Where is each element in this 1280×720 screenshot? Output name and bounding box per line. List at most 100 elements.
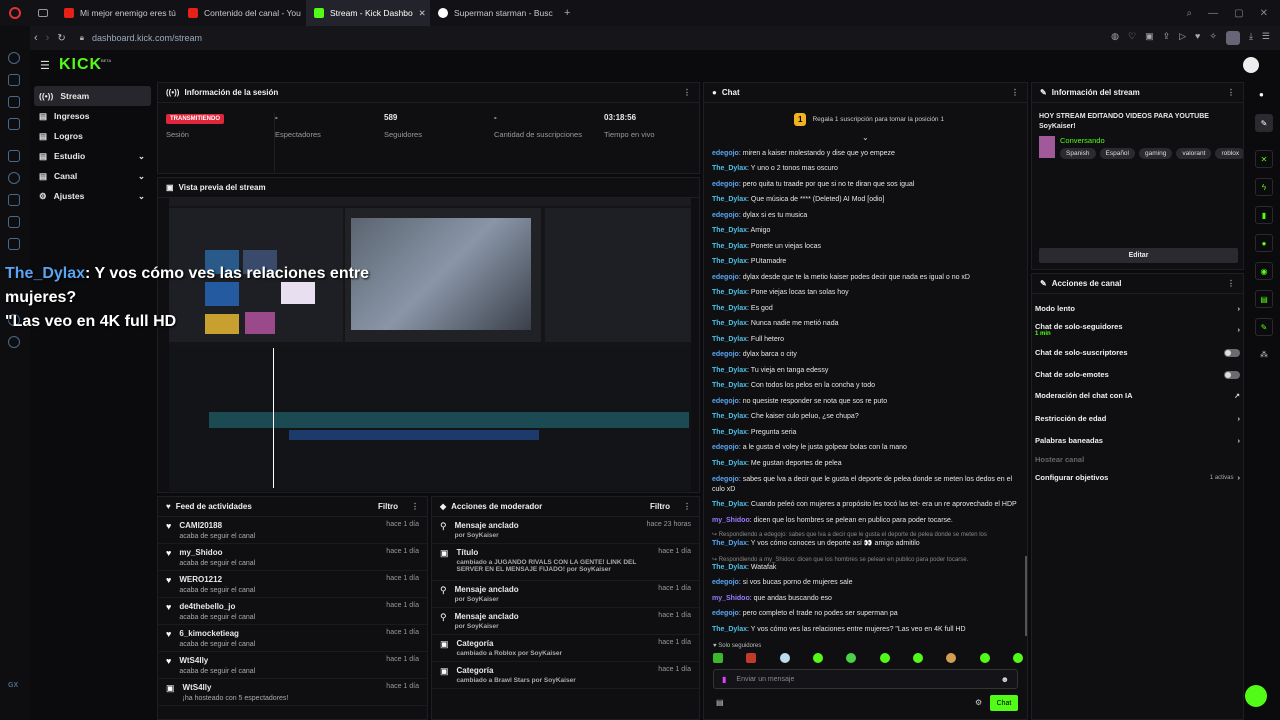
new-tab-button[interactable]: + [564,7,570,19]
feed-item[interactable]: ♥ my_Shidoo acaba de seguir el canal hace 1… [158,544,427,571]
channel-action-6[interactable]: Palabras baneadas › [1035,436,1240,445]
emote-icon[interactable] [912,653,923,663]
chat-message[interactable]: edegojo: dylax desde que te la metio kai… [712,273,970,283]
chat-username[interactable]: edegojo [712,579,739,586]
more-icon[interactable]: ⋮ [411,502,419,511]
x-icon[interactable] [8,238,20,250]
chat-username[interactable]: The_Dylax [712,429,747,436]
chat-message[interactable]: The_Dylax: Nunca nadie me metió nada [712,319,838,329]
chat-message[interactable]: edegojo: si vos bucas porno de mujeres s… [712,578,852,588]
chat-message[interactable]: edegojo: dylax barca o city [712,350,797,360]
edit-tool-icon[interactable]: ✎ [1255,114,1273,132]
channel-action-8[interactable]: Configurar objetivos 1 activas › [1035,473,1240,482]
tag[interactable]: gaming [1139,148,1173,159]
chat-username[interactable]: edegojo [712,181,739,188]
settings-icon[interactable]: ⚙ [975,698,982,707]
feed-username[interactable]: WERO1212 [179,575,255,584]
tiktok-icon[interactable] [8,216,20,228]
category-name[interactable]: Conversando [1060,136,1105,145]
chat-username[interactable]: edegojo [712,274,739,281]
chat-message[interactable]: edegojo: no quesiste responder se nota q… [712,397,887,407]
url-field[interactable]: dashboard.kick.com/stream [92,33,202,43]
chat-message[interactable]: The_Dylax: Pregunta seria [712,428,796,438]
tab-youtube-1[interactable]: Mi mejor enemigo eres tú [56,0,180,26]
send-chat-button[interactable]: Chat [990,695,1018,711]
channel-action-7[interactable]: Hostear canal [1035,455,1240,464]
nav-canal[interactable]: ▤ Canal ⌄ [34,166,151,186]
chat-message[interactable]: edegojo: pero quita tu traade por que si… [712,180,914,190]
channel-action-0[interactable]: Modo lento › [1035,304,1240,313]
discord-icon[interactable] [8,194,20,206]
minimize-icon[interactable]: — [1208,8,1218,19]
chat-message[interactable]: The_Dylax: PUtamadre [712,257,786,267]
more-icon[interactable]: ⋮ [683,88,691,97]
nav-ingresos[interactable]: ▤ Ingresos [34,106,151,126]
info-icon[interactable]: ● [1259,90,1264,99]
chat-username[interactable]: edegojo [712,444,739,451]
more-icon[interactable]: ⋮ [683,502,691,511]
chat-username[interactable]: The_Dylax [712,413,747,420]
chat-username[interactable]: The_Dylax [712,258,747,265]
filter-button[interactable]: Filtro [378,502,398,511]
edit-button[interactable]: Editar [1039,248,1238,263]
chat-username[interactable]: The_Dylax [712,320,747,327]
emote-icon[interactable] [812,653,823,663]
chat-message[interactable]: The_Dylax: Y uno o 2 tonos mas oscuro [712,164,838,174]
tag[interactable]: roblox [1215,148,1243,159]
emote-icon[interactable] [746,653,757,663]
feed-item[interactable]: ♥ de4thebello_jo acaba de seguir el canal h… [158,598,427,625]
mod-action-item[interactable]: ▣ Categoría cambiado a Brawl Stars por Soy… [432,662,699,689]
support-icon[interactable] [1245,685,1267,707]
clipboard-icon[interactable]: ▮ [1255,206,1273,224]
chat-message[interactable]: The_Dylax: Y vos cómo ves las relaciones… [712,625,966,635]
mod-action-item[interactable]: ⚲ Mensaje anclado por SoyKaiser hace 1 día [432,608,699,635]
tab-youtube-2[interactable]: Contenido del canal - You [180,0,306,26]
chat-input[interactable]: ▮ Enviar un mensaje ☻ [713,669,1018,689]
emoji-icon[interactable]: ☻ [1001,675,1009,684]
add-widget-icon[interactable]: ⁂ [1260,350,1268,359]
chat-message[interactable]: edegojo: a le gusta el voley le justa go… [712,443,907,453]
feed-username[interactable]: 6_kimocketieag [179,629,255,638]
emote-icon[interactable] [946,653,957,663]
feed-username[interactable]: CAMI20188 [179,521,255,530]
feed-item[interactable]: ♥ WERO1212 acaba de seguir el canal hace 1 … [158,571,427,598]
channel-action-5[interactable]: Restricción de edad › [1035,414,1240,423]
feed-username[interactable]: de4thebello_jo [179,602,255,611]
chat-message[interactable]: The_Dylax: Full hetero [712,335,784,345]
chat-message[interactable]: my_Shidoo: que andas buscando eso [712,594,832,604]
puzzle-icon[interactable]: ✧ [1209,31,1217,45]
tag[interactable]: Español [1099,148,1135,159]
chat-message[interactable]: The_Dylax: Watafak [712,563,776,573]
player-sidebar-icon[interactable] [8,96,20,108]
stream-video[interactable] [169,198,691,491]
broadcast-icon[interactable]: ◉ [1255,262,1273,280]
feed-item[interactable]: ♥ CAMI20188 acaba de seguir el canal hace 1… [158,517,427,544]
emote-icon[interactable] [846,653,857,663]
back-icon[interactable]: ‹ [34,32,38,44]
chat-message[interactable]: The_Dylax: Que música de **** (Deleted) … [712,195,884,205]
twitch-icon[interactable] [8,150,20,162]
feed-item[interactable]: ♥ WtS4lly acaba de seguir el canal hace 1 d… [158,652,427,679]
wrench-tool-icon[interactable]: ✎ [1255,318,1273,336]
toggle-switch[interactable] [1224,370,1240,379]
chat-username[interactable]: edegojo [712,150,739,157]
chat-message[interactable]: The_Dylax: Pone viejas locas tan solas h… [712,288,849,298]
chat-message[interactable]: The_Dylax: Es god [712,304,773,314]
extension-icon[interactable]: ◍ [1111,31,1119,45]
player-icon[interactable]: ▷ [1179,31,1186,45]
nav-logros[interactable]: ▤ Logros [34,126,151,146]
hamburger-icon[interactable]: ☰ [40,59,50,72]
nav-stream[interactable]: ((•)) Stream [34,86,151,106]
share-icon[interactable]: ⇪ [1163,31,1171,45]
feed-item[interactable]: ♥ 6_kimocketieag acaba de seguir el canal h… [158,625,427,652]
chat-username[interactable]: edegojo [712,212,739,219]
chat-username[interactable]: edegojo [712,398,739,405]
lightning-icon[interactable]: ϟ [1255,178,1273,196]
aria-icon[interactable] [8,74,20,86]
profile-avatar[interactable] [1243,57,1259,73]
chat-message[interactable]: The_Dylax: Amigo [712,226,770,236]
chat-username[interactable]: my_Shidoo [712,517,750,524]
filter-button[interactable]: Filtro [650,502,670,511]
tab-google-search[interactable]: Superman starman - Busc [430,0,558,26]
channel-action-4[interactable]: Moderación del chat con IA ↗ [1035,391,1240,400]
